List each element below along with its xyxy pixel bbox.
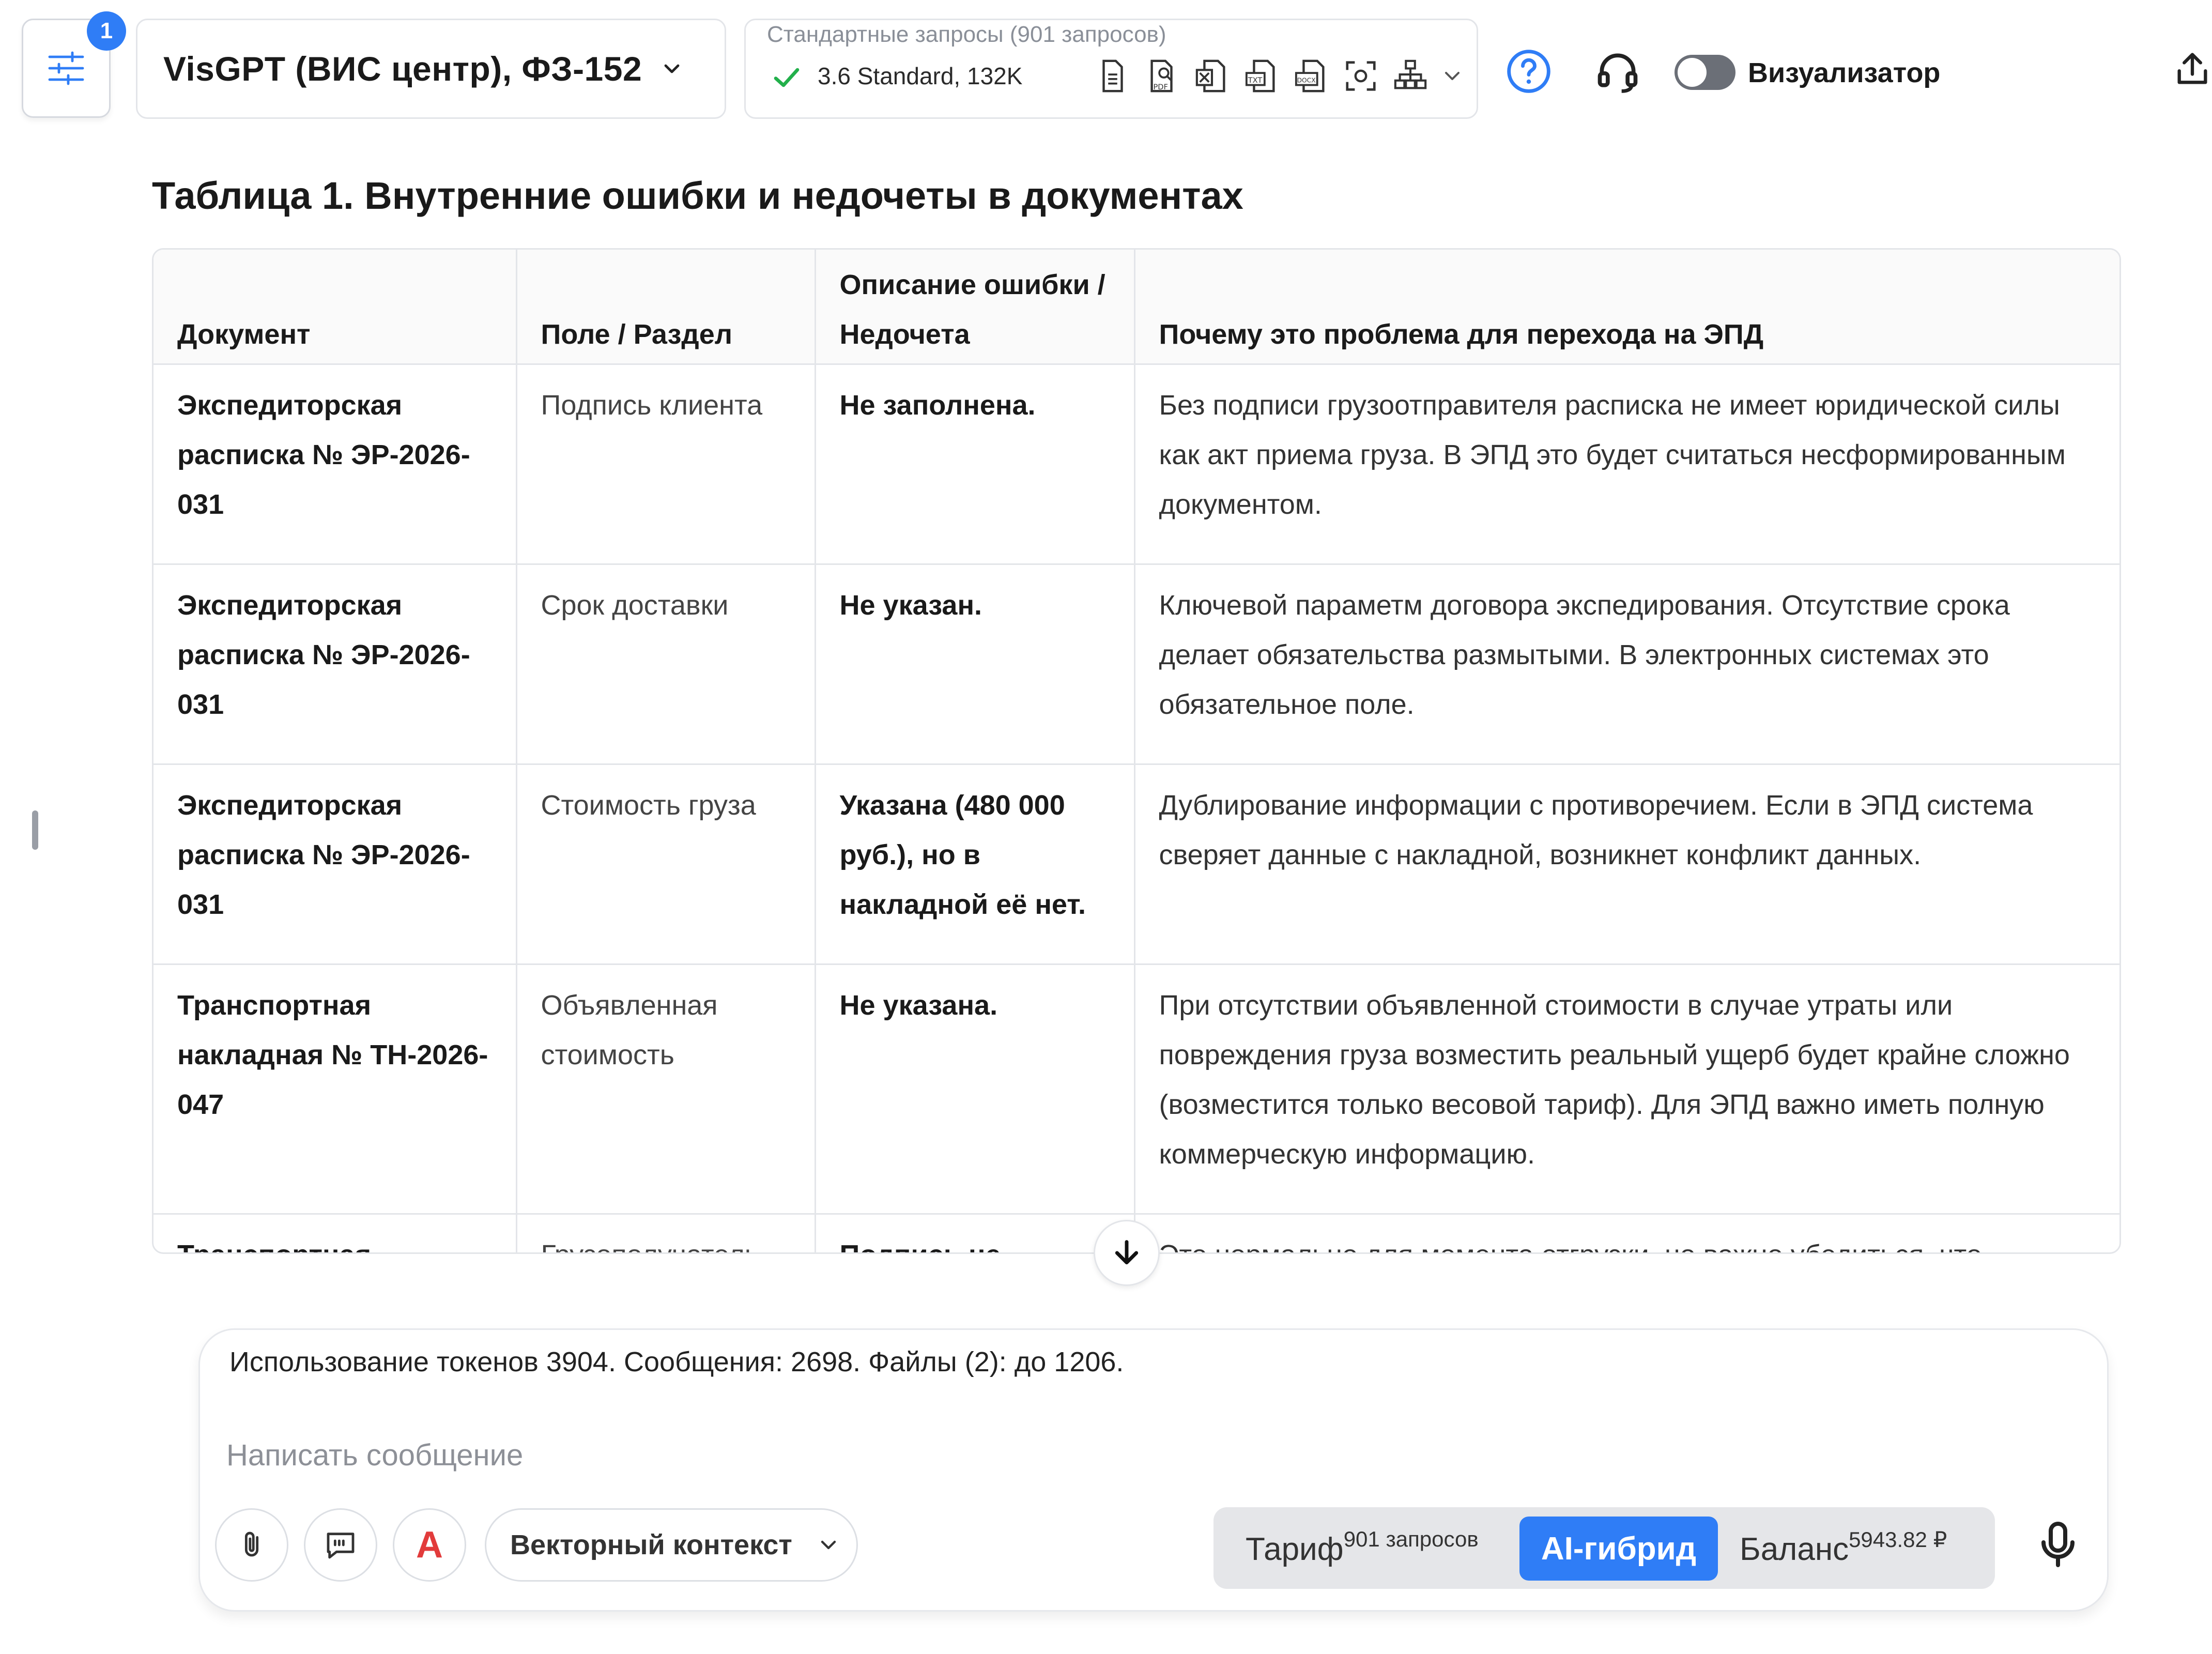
visualizer-label: Визуализатор [1748,57,1941,88]
docx-icon[interactable]: DOCX [1293,58,1329,94]
message-input[interactable] [225,1432,1207,1478]
column-header: Описание ошибки / Недочета [815,250,1135,365]
ocr-scan-icon[interactable] [1343,58,1379,94]
txt-icon[interactable]: TXT [1243,58,1280,94]
scroll-down-button[interactable] [1094,1220,1160,1286]
cell-field: Подпись клиента [516,364,816,565]
xls-icon[interactable] [1194,58,1230,94]
queries-title: Стандартные запросы (901 запросов) [767,22,1166,47]
queries-model: 3.6 Standard, 132K [818,63,1023,89]
paperclip-icon [244,1532,259,1557]
balance-label: Баланс [1740,1532,1849,1567]
sidebar-resize-handle[interactable] [32,810,38,850]
pdf-icon[interactable]: PDF [1144,58,1180,94]
cell-reason: При отсутствии объявленной стоимости в с… [1134,964,2119,1215]
cell-field: Грузополучатель [516,1214,816,1252]
arrow-down-icon [1115,1240,1139,1265]
chevron-down-icon[interactable] [1442,66,1463,86]
cell-description: Не указана. [815,964,1135,1215]
cell-field: Срок доставки [516,564,816,765]
table-header-row: Документ Поле / Раздел Описание ошибки /… [153,250,2119,365]
doc-icon[interactable] [1095,58,1131,94]
cell-document: Транспортная накладная № ТН-2026-047 [153,964,517,1215]
token-usage: Использование токенов 3904. Сообщения: 2… [229,1346,1124,1377]
cell-reason: Дублирование информации с противоречием.… [1134,764,2119,965]
tarif-queries: 901 запросов [1343,1527,1479,1551]
microphone-icon[interactable] [2033,1520,2083,1569]
balance-option[interactable]: Баланс5943.82 ₽ [1740,1527,1947,1568]
share-icon[interactable] [2173,50,2212,89]
cell-document: Экспедиторская расписка № ЭР-2026-031 [153,764,517,965]
check-icon [774,68,800,87]
errors-table: Документ Поле / Раздел Описание ошибки /… [152,248,2121,1254]
cell-document: Транспортная накладная № ТН-2026-047 [153,1214,517,1252]
quote-chat-icon [327,1533,355,1559]
page-title: Таблица 1. Внутренние ошибки и недочеты … [152,174,1243,217]
sliders-icon [48,51,84,85]
vector-context-select[interactable]: Векторный контекст [485,1508,858,1582]
cell-reason: Ключевой параметм договора экспедировани… [1134,564,2119,765]
vector-context-label: Векторный контекст [510,1529,792,1560]
attach-button[interactable] [215,1508,288,1582]
cell-document: Экспедиторская расписка № ЭР-2026-031 [153,364,517,565]
cell-field: Стоимость груза [516,764,816,965]
svg-text:DOCX: DOCX [1297,77,1316,84]
cell-description: Не заполнена. [815,364,1135,565]
table-row: Экспедиторская расписка № ЭР-2026-031 Ср… [153,564,2119,765]
column-header: Почему это проблема для перехода на ЭПД [1134,250,2119,365]
chevron-down-icon [664,64,680,73]
model-title: VisGPT (ВИС центр), ФЗ-152 [163,50,642,88]
hierarchy-icon[interactable] [1392,58,1428,94]
table-row: Экспедиторская расписка № ЭР-2026-031 Ст… [153,764,2119,965]
balance-amount: 5943.82 ₽ [1849,1527,1947,1552]
svg-text:PDF: PDF [1154,83,1168,91]
prompts-button[interactable] [304,1508,377,1582]
toggle-knob [1678,58,1707,87]
cell-description: Не указан. [815,564,1135,765]
spellcheck-icon: A [416,1524,443,1566]
tarif-label: Тариф [1246,1532,1344,1567]
tarif-option[interactable]: Тариф901 запросов [1246,1527,1479,1568]
cell-description: Указана (480 000 руб.), но в накладной е… [815,764,1135,965]
cell-description: Подпись не заполнена. [815,1214,1135,1252]
visualizer-toggle[interactable] [1675,55,1735,90]
column-header: Документ [153,250,517,365]
chevron-down-icon [821,1540,836,1550]
help-icon[interactable] [1505,48,1553,95]
headset-icon[interactable] [1594,48,1641,95]
ai-hybrid-button[interactable]: AI-гибрид [1519,1517,1718,1581]
cell-reason: Без подписи грузоотправителя расписка не… [1134,364,2119,565]
model-selector[interactable]: VisGPT (ВИС центр), ФЗ-152 [136,19,726,119]
spellcheck-button[interactable]: A [393,1508,466,1582]
notification-badge: 1 [87,11,126,51]
cell-document: Экспедиторская расписка № ЭР-2026-031 [153,564,517,765]
format-icons: PDF TXT DOCX [1095,58,1463,94]
table-row: Транспортная накладная № ТН-2026-047 Объ… [153,964,2119,1215]
cell-field: Объявленная стоимость [516,964,816,1215]
cell-reason: Это нормально для момента отгрузки, но в… [1134,1214,2119,1252]
table-row: Экспедиторская расписка № ЭР-2026-031 По… [153,364,2119,565]
svg-text:TXT: TXT [1248,76,1263,85]
column-header: Поле / Раздел [516,250,816,365]
